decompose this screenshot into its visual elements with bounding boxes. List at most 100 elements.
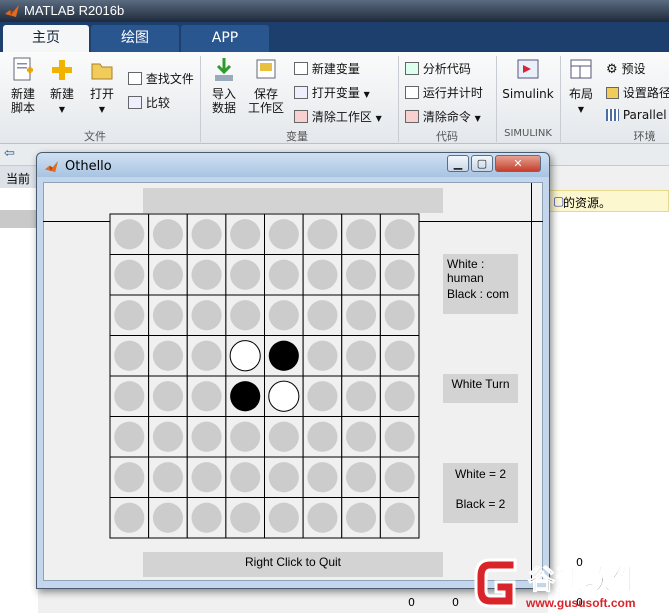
empty-slot[interactable] bbox=[152, 259, 184, 290]
empty-slot[interactable] bbox=[345, 502, 377, 533]
empty-slot[interactable] bbox=[191, 219, 222, 250]
empty-slot[interactable] bbox=[345, 340, 377, 371]
empty-slot[interactable] bbox=[230, 219, 261, 250]
empty-slot[interactable] bbox=[114, 502, 145, 533]
new-script-button[interactable]: 新建 脚本 bbox=[6, 56, 40, 115]
find-files-button[interactable]: 查找文件 bbox=[128, 70, 194, 87]
empty-slot[interactable] bbox=[114, 340, 145, 371]
preferences-button[interactable]: ⚙ 预设 bbox=[606, 60, 646, 77]
empty-slot[interactable] bbox=[152, 340, 184, 371]
open-button[interactable]: 打开 ▼ bbox=[86, 56, 118, 117]
top-status-panel bbox=[143, 188, 443, 213]
white-piece[interactable] bbox=[268, 380, 300, 412]
empty-slot[interactable] bbox=[230, 421, 261, 452]
tab-plots[interactable]: 绘图 bbox=[91, 25, 179, 52]
empty-slot[interactable] bbox=[114, 259, 145, 290]
figure-canvas[interactable]: White : human Black : com White Turn Whi… bbox=[43, 182, 543, 581]
parallel-button[interactable]: Parallel bbox=[606, 108, 667, 122]
empty-slot[interactable] bbox=[307, 300, 338, 331]
empty-slot[interactable] bbox=[230, 300, 261, 331]
empty-slot[interactable] bbox=[152, 462, 184, 493]
empty-slot[interactable] bbox=[307, 219, 338, 250]
empty-slot[interactable] bbox=[307, 462, 338, 493]
empty-slot[interactable] bbox=[307, 502, 338, 533]
empty-slot[interactable] bbox=[384, 502, 415, 533]
turn-label: White Turn bbox=[451, 377, 510, 391]
open-variable-button[interactable]: 打开变量 ▼ bbox=[294, 84, 370, 101]
empty-slot[interactable] bbox=[191, 421, 222, 452]
black-piece[interactable] bbox=[268, 340, 299, 371]
empty-slot[interactable] bbox=[268, 300, 299, 331]
empty-slot[interactable] bbox=[114, 219, 145, 250]
empty-slot[interactable] bbox=[114, 381, 145, 412]
empty-slot[interactable] bbox=[114, 300, 145, 331]
empty-slot[interactable] bbox=[230, 259, 261, 290]
empty-slot[interactable] bbox=[191, 381, 222, 412]
empty-slot[interactable] bbox=[191, 502, 222, 533]
empty-slot[interactable] bbox=[345, 219, 377, 250]
analyze-code-button[interactable]: 分析代码 bbox=[405, 60, 471, 77]
empty-slot[interactable] bbox=[307, 340, 338, 371]
othello-window[interactable]: Othello ▁ ▢ ✕ White : human Black : com … bbox=[36, 152, 550, 589]
empty-slot[interactable] bbox=[268, 502, 299, 533]
tab-home[interactable]: 主页 bbox=[3, 25, 89, 52]
empty-slot[interactable] bbox=[230, 462, 261, 493]
run-and-time-button[interactable]: 运行并计时 bbox=[405, 84, 483, 101]
close-icon: ✕ bbox=[513, 157, 523, 170]
empty-slot[interactable] bbox=[268, 462, 299, 493]
save-workspace-button[interactable]: 保存 工作区 bbox=[246, 56, 286, 115]
empty-slot[interactable] bbox=[384, 340, 415, 371]
empty-slot[interactable] bbox=[152, 381, 184, 412]
empty-slot[interactable] bbox=[345, 421, 377, 452]
set-path-button[interactable]: 设置路径 bbox=[606, 84, 669, 101]
clear-commands-button[interactable]: 清除命令 ▼ bbox=[405, 108, 481, 125]
empty-slot[interactable] bbox=[307, 259, 338, 290]
empty-slot[interactable] bbox=[345, 462, 377, 493]
empty-slot[interactable] bbox=[114, 421, 145, 452]
maximize-button[interactable]: ▢ bbox=[471, 155, 493, 172]
quit-panel[interactable]: Right Click to Quit bbox=[143, 552, 443, 577]
empty-slot[interactable] bbox=[384, 462, 415, 493]
open-variable-icon bbox=[294, 86, 308, 99]
import-data-button[interactable]: 导入 数据 bbox=[206, 56, 242, 115]
empty-slot[interactable] bbox=[384, 300, 415, 331]
empty-slot[interactable] bbox=[230, 502, 261, 533]
close-button[interactable]: ✕ bbox=[495, 155, 541, 172]
empty-slot[interactable] bbox=[191, 340, 222, 371]
empty-slot[interactable] bbox=[152, 421, 184, 452]
white-piece[interactable] bbox=[229, 340, 261, 372]
empty-slot[interactable] bbox=[268, 421, 299, 452]
empty-slot[interactable] bbox=[384, 381, 415, 412]
empty-slot[interactable] bbox=[345, 300, 377, 331]
empty-slot[interactable] bbox=[345, 259, 377, 290]
empty-slot[interactable] bbox=[191, 300, 222, 331]
empty-slot[interactable] bbox=[384, 421, 415, 452]
empty-slot[interactable] bbox=[152, 300, 184, 331]
clear-workspace-button[interactable]: 清除工作区 ▼ bbox=[294, 108, 382, 125]
empty-slot[interactable] bbox=[191, 462, 222, 493]
current-folder-pane[interactable] bbox=[0, 188, 38, 613]
empty-slot[interactable] bbox=[152, 502, 184, 533]
empty-slot[interactable] bbox=[152, 219, 184, 250]
empty-slot[interactable] bbox=[114, 462, 145, 493]
empty-slot[interactable] bbox=[384, 259, 415, 290]
empty-slot[interactable] bbox=[268, 259, 299, 290]
black-piece[interactable] bbox=[230, 381, 261, 412]
simulink-button[interactable]: Simulink bbox=[502, 56, 554, 101]
layout-button[interactable]: 布局 ▼ bbox=[564, 56, 598, 117]
compare-button[interactable]: 比较 bbox=[128, 94, 170, 111]
new-variable-button[interactable]: 新建变量 bbox=[294, 60, 360, 77]
othello-board[interactable] bbox=[109, 213, 420, 539]
empty-slot[interactable] bbox=[268, 219, 299, 250]
empty-slot[interactable] bbox=[307, 381, 338, 412]
back-arrow-icon[interactable]: ⇦ bbox=[4, 146, 15, 161]
tab-apps[interactable]: APP bbox=[181, 25, 269, 52]
empty-slot[interactable] bbox=[191, 259, 222, 290]
empty-slot[interactable] bbox=[307, 421, 338, 452]
import-icon bbox=[215, 58, 233, 81]
new-button[interactable]: 新建 ▼ bbox=[46, 56, 78, 117]
list-item[interactable] bbox=[0, 210, 38, 228]
empty-slot[interactable] bbox=[384, 219, 415, 250]
empty-slot[interactable] bbox=[345, 381, 377, 412]
minimize-button[interactable]: ▁ bbox=[447, 155, 469, 172]
